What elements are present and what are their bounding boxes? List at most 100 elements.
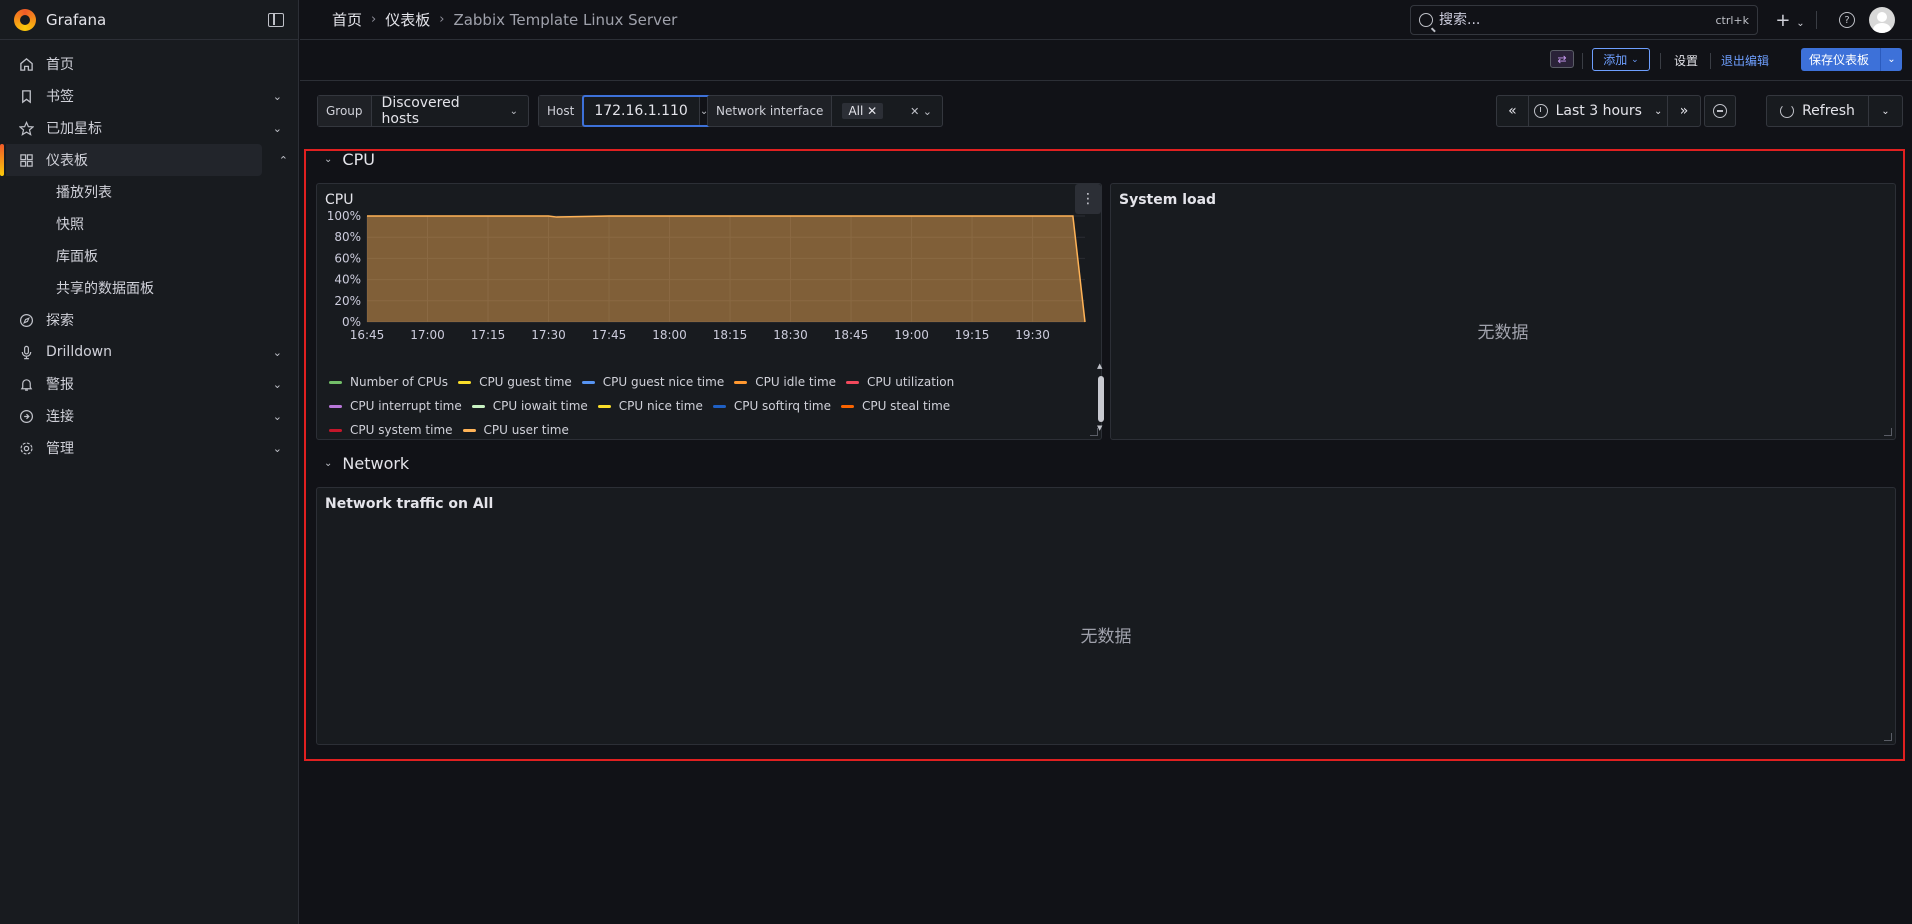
row-collapse-chevron-icon: ⌄ bbox=[324, 458, 333, 469]
row-title: Network bbox=[342, 454, 410, 473]
sidebar-subitem-playlists[interactable]: 播放列表 bbox=[0, 176, 298, 208]
sidebar-item-home[interactable]: 首页 bbox=[0, 48, 298, 80]
legend-label: CPU nice time bbox=[618, 399, 703, 413]
search-bar[interactable]: ctrl+k bbox=[1410, 5, 1758, 35]
legend-label: CPU system time bbox=[350, 423, 453, 437]
group-select[interactable]: Discovered hosts ⌄ bbox=[372, 95, 528, 127]
refresh-controls: Refresh ⌄ bbox=[1766, 95, 1903, 127]
compass-icon bbox=[18, 312, 34, 328]
x-tick-label: 17:15 bbox=[471, 328, 506, 342]
chevron-down-icon[interactable]: ⌄ bbox=[273, 378, 282, 391]
sidebar-item-administration[interactable]: 管理 ⌄ bbox=[0, 432, 298, 464]
y-tick-label: 40% bbox=[334, 273, 361, 287]
legend-item[interactable]: CPU interrupt time bbox=[329, 399, 462, 413]
legend-item[interactable]: CPU softirq time bbox=[712, 399, 831, 413]
sidebar-item-bookmarks[interactable]: 书签 ⌄ bbox=[0, 80, 298, 112]
sidebar-item-label: 探索 bbox=[46, 313, 74, 329]
chevron-down-icon[interactable]: ⌄ bbox=[1880, 48, 1902, 71]
breadcrumb-home[interactable]: 首页 bbox=[332, 9, 362, 30]
dock-menu-icon[interactable] bbox=[268, 12, 284, 27]
refresh-button[interactable]: Refresh bbox=[1767, 96, 1869, 126]
variable-host: Host 172.16.1.110 ⌄ bbox=[538, 95, 721, 127]
sidebar-item-drilldown[interactable]: Drilldown ⌄ bbox=[0, 336, 298, 368]
sidebar-item-connections[interactable]: 连接 ⌄ bbox=[0, 400, 298, 432]
chevron-down-icon[interactable]: ⌄ bbox=[273, 122, 282, 135]
host-select[interactable]: 172.16.1.110 ⌄ bbox=[582, 95, 721, 127]
sidebar-item-label: 警报 bbox=[46, 377, 74, 393]
chevron-up-icon[interactable]: ⌃ bbox=[279, 154, 288, 167]
time-picker-button[interactable]: Last 3 hours ⌄ bbox=[1529, 96, 1669, 126]
sidebar-item-starred[interactable]: 已加星标 ⌄ bbox=[0, 112, 298, 144]
legend-item[interactable]: CPU system time bbox=[329, 423, 453, 437]
search-input[interactable] bbox=[1439, 12, 1716, 28]
clock-icon bbox=[1533, 104, 1548, 118]
y-tick-label: 60% bbox=[334, 251, 361, 265]
legend-item[interactable]: CPU guest time bbox=[458, 375, 572, 389]
legend-item[interactable]: CPU idle time bbox=[734, 375, 836, 389]
legend-swatch bbox=[597, 404, 611, 408]
panel-resize-handle[interactable] bbox=[1884, 428, 1892, 436]
x-tick-label: 17:30 bbox=[531, 328, 566, 342]
chevron-down-icon[interactable]: ⌄ bbox=[273, 410, 282, 423]
network-interface-select[interactable]: All ✕ ✕ ⌄ bbox=[832, 96, 942, 126]
breadcrumb-dashboards[interactable]: 仪表板 bbox=[385, 9, 430, 30]
panel-title[interactable]: Network traffic on All bbox=[325, 496, 493, 512]
new-menu-icon[interactable]: + ⌄ bbox=[1772, 10, 1808, 31]
sidebar-item-label: 连接 bbox=[46, 409, 74, 425]
settings-button[interactable]: 设置 bbox=[1674, 52, 1698, 69]
chevron-down-icon[interactable]: ⌄ bbox=[273, 346, 282, 359]
exit-edit-button[interactable]: 退出编辑 bbox=[1721, 52, 1769, 69]
clear-icon[interactable]: ✕ ⌄ bbox=[910, 105, 932, 118]
cpu-chart[interactable]: 0% 20% 40% 60% 80% 100% 16:45 17:00 17:15 17:30 17… bbox=[317, 206, 1103, 388]
sidebar-item-explore[interactable]: 探索 bbox=[0, 304, 298, 336]
avatar[interactable] bbox=[1869, 7, 1895, 33]
scrollbar-thumb[interactable] bbox=[1098, 376, 1104, 422]
legend-item[interactable]: CPU iowait time bbox=[471, 399, 588, 413]
panel-resize-handle[interactable] bbox=[1090, 428, 1098, 436]
panel-title[interactable]: System load bbox=[1119, 192, 1216, 208]
refresh-interval-chevron-icon[interactable]: ⌄ bbox=[1869, 96, 1902, 126]
save-dashboard-button[interactable]: 保存仪表板 ⌄ bbox=[1801, 48, 1902, 71]
legend-swatch bbox=[840, 404, 854, 408]
legend-item[interactable]: Number of CPUs bbox=[329, 375, 448, 389]
legend-item[interactable]: CPU user time bbox=[462, 423, 569, 437]
legend-item[interactable]: CPU utilization bbox=[846, 375, 954, 389]
sidebar-subitem-snapshots[interactable]: 快照 bbox=[0, 208, 298, 240]
sidebar-subitem-shared-dashboards[interactable]: 共享的数据面板 bbox=[0, 272, 298, 304]
scroll-up-icon[interactable]: ▲ bbox=[1097, 362, 1102, 370]
sidebar-subitem-library-panels[interactable]: 库面板 bbox=[0, 240, 298, 272]
time-shift-back-icon[interactable]: « bbox=[1497, 96, 1529, 126]
remove-tag-icon[interactable]: ✕ bbox=[867, 104, 877, 118]
time-shift-forward-icon[interactable]: » bbox=[1668, 96, 1700, 126]
grafana-logo-icon[interactable] bbox=[14, 8, 36, 31]
legend-item[interactable]: CPU guest nice time bbox=[581, 375, 724, 389]
legend-swatch bbox=[471, 404, 485, 408]
cpu-panel: CPU ⋮ 0% 20% 40% 60% 80% 100% 16:45 17:00 17:15 1… bbox=[316, 183, 1105, 440]
legend-label: CPU steal time bbox=[861, 399, 951, 413]
x-tick-label: 17:45 bbox=[592, 328, 627, 342]
legend-scrollbar[interactable]: ▲ ▼ bbox=[1097, 362, 1105, 434]
breadcrumb: 首页 › 仪表板 › Zabbix Template Linux Server bbox=[300, 9, 677, 30]
row-network[interactable]: ⌄ Network bbox=[324, 454, 409, 473]
legend-swatch bbox=[734, 380, 748, 384]
zoom-out-icon bbox=[1713, 104, 1727, 118]
y-tick-label: 0% bbox=[342, 315, 361, 329]
legend-swatch bbox=[329, 404, 342, 408]
sidebar-item-label: Drilldown bbox=[46, 344, 112, 360]
legend-item[interactable]: CPU steal time bbox=[840, 399, 951, 413]
refresh-icon bbox=[1780, 104, 1795, 118]
compare-icon[interactable]: ⇄ bbox=[1550, 50, 1574, 68]
panel-resize-handle[interactable] bbox=[1884, 733, 1892, 741]
y-tick-label: 100% bbox=[327, 209, 361, 223]
sidebar-item-alerting[interactable]: 警报 ⌄ bbox=[0, 368, 298, 400]
chevron-down-icon[interactable]: ⌄ bbox=[273, 442, 282, 455]
sidebar-item-dashboards[interactable]: 仪表板 ⌃ bbox=[0, 144, 288, 176]
sidebar-nav: 首页 书签 ⌄ 已加星标 ⌄ 仪表板 ⌃ 播放列表 快照 库面板 共享的数据面板… bbox=[0, 40, 298, 464]
help-icon[interactable]: ? bbox=[1839, 12, 1855, 28]
legend-item[interactable]: CPU nice time bbox=[597, 399, 703, 413]
add-button[interactable]: 添加 ⌄ bbox=[1592, 48, 1650, 71]
row-cpu[interactable]: ⌄ CPU bbox=[324, 150, 375, 169]
zoom-out-button[interactable] bbox=[1704, 95, 1736, 127]
chevron-down-icon[interactable]: ⌄ bbox=[273, 90, 282, 103]
legend-row: CPU interrupt time CPU iowait time CPU nic… bbox=[329, 394, 1089, 418]
